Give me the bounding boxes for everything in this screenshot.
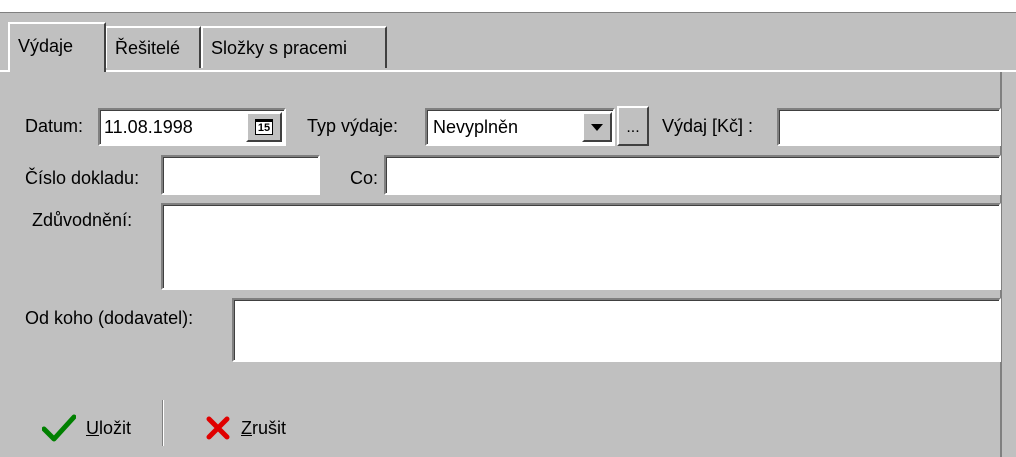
cislo-dokladu-label: Číslo dokladu: (25, 168, 140, 188)
tab-panel-border (0, 70, 1016, 72)
browse-label: ... (626, 119, 640, 136)
tab-resitele[interactable]: Řešitelé (105, 26, 201, 68)
save-label: Uložit (86, 417, 132, 438)
browse-button[interactable]: ... (617, 106, 649, 146)
cancel-button[interactable]: Zrušit (205, 406, 286, 450)
datum-label: Datum: (25, 116, 84, 136)
co-field[interactable] (384, 155, 1001, 195)
window-top-strip (0, 0, 1016, 13)
calendar-icon: 15 (255, 119, 273, 135)
cancel-label: Zrušit (241, 417, 287, 438)
typ-vydaje-dropdown-button[interactable] (582, 112, 612, 142)
save-button[interactable]: Uložit (42, 406, 131, 450)
x-icon (206, 416, 230, 440)
typ-vydaje-label: Typ výdaje: (307, 116, 399, 136)
zduvodneni-label: Zdůvodnění: (32, 210, 133, 230)
od-koho-label: Od koho (dodavatel): (25, 308, 194, 328)
action-separator (162, 400, 164, 446)
cislo-dokladu-field[interactable] (161, 155, 320, 195)
zduvodneni-field[interactable] (161, 203, 1001, 290)
typ-vydaje-value: Nevyplněn (433, 117, 519, 137)
checkmark-icon (42, 414, 76, 442)
calendar-button[interactable]: 15 (246, 112, 282, 142)
vydaj-field[interactable] (777, 108, 1001, 146)
tab-vydaje[interactable]: Výdaje (8, 22, 106, 72)
vydaj-label: Výdaj [Kč] : (662, 116, 754, 136)
tab-slozky-s-pracemi[interactable]: Složky s pracemi (201, 26, 387, 68)
chevron-down-icon (591, 123, 603, 131)
od-koho-field[interactable] (232, 298, 1001, 362)
co-label: Co: (350, 168, 379, 188)
